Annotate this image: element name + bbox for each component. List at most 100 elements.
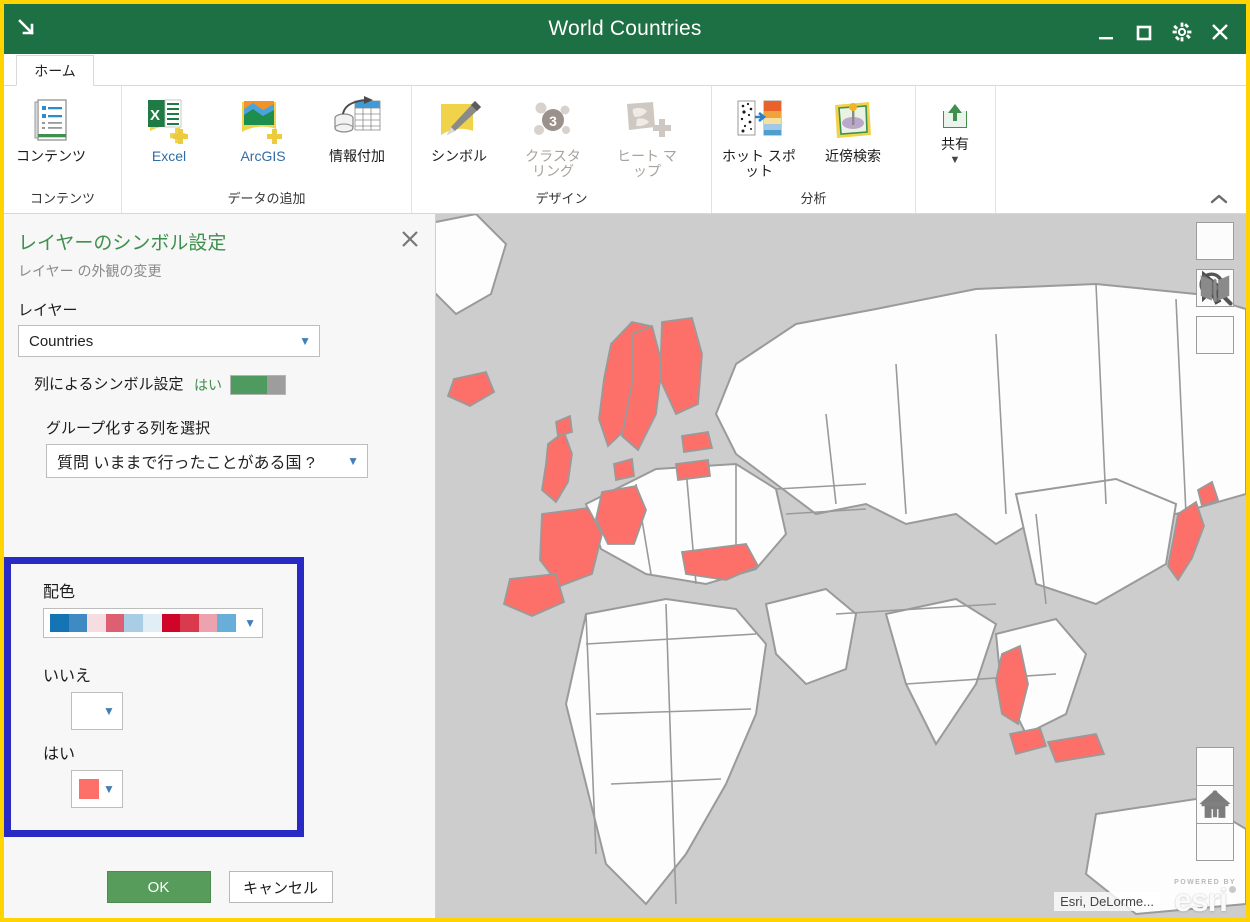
ramp-swatch — [87, 614, 106, 632]
ribbon-button-clustering-label: クラスタリング — [525, 148, 581, 180]
application-window: World Countries ホーム コンテンツ コンテンツ X Excel … — [0, 0, 1250, 922]
symbol-by-column-label: 列によるシンボル設定 — [34, 376, 184, 393]
arcgis-add-icon — [234, 96, 292, 146]
gear-icon[interactable] — [1170, 16, 1194, 42]
page-title: レイヤーのシンボル設定 — [18, 233, 227, 254]
ribbon-button-hotspot[interactable]: ホット スポット — [712, 90, 806, 182]
ramp-swatch — [217, 614, 237, 632]
map-graphic — [436, 214, 1246, 918]
minimize-button[interactable] — [1094, 16, 1118, 42]
excel-add-icon: X — [140, 96, 198, 146]
ramp-swatch — [105, 614, 125, 632]
ribbon-button-share[interactable]: 共有 ▼ — [916, 90, 994, 182]
ramp-swatch — [198, 614, 218, 632]
panel-action-buttons: OK キャンセル — [4, 871, 435, 903]
body-area: レイヤーのシンボル設定 レイヤー の外観の変更 レイヤー Countries ▼… — [4, 214, 1246, 918]
ribbon-group-share-label — [916, 207, 995, 211]
hotspot-icon — [731, 96, 787, 146]
group-column-select-value: 質問 いままで行ったことがある国 ? — [57, 455, 315, 473]
ribbon-button-contents-label: コンテンツ — [16, 148, 86, 164]
category-color-select-no[interactable]: ▼ — [71, 692, 123, 730]
group-column-label: グループ化する列を選択 — [46, 420, 211, 438]
group-column-select[interactable]: 質問 いままで行ったことがある国 ? ▼ — [46, 444, 368, 479]
ribbon: コンテンツ コンテンツ X Excel ArcGIS 情報付加 データの追加 シ… — [4, 86, 1246, 214]
title-bar: World Countries — [4, 4, 1246, 54]
map-attribution[interactable]: Esri, DeLorme... — [1054, 892, 1160, 911]
ribbon-group-share: 共有 ▼ — [916, 86, 996, 213]
cancel-button[interactable]: キャンセル — [228, 871, 333, 903]
ok-button[interactable]: OK — [106, 871, 211, 903]
chevron-down-icon: ▼ — [244, 616, 256, 630]
esri-logo: POWERED BY esri — [1174, 879, 1236, 916]
maximize-button[interactable] — [1132, 16, 1156, 42]
ramp-swatch — [180, 614, 199, 632]
chevron-up-icon[interactable] — [1208, 189, 1230, 209]
ribbon-button-arcgis-label: ArcGIS — [240, 148, 286, 164]
category-color-select-yes[interactable]: ▼ — [71, 770, 123, 808]
ribbon-button-proximity[interactable]: 近傍検索 — [806, 90, 900, 182]
ribbon-button-share-label: 共有 — [941, 136, 969, 152]
ramp-swatch — [124, 614, 144, 632]
panel-subtitle: レイヤー の外観の変更 — [18, 263, 162, 279]
color-ramp-select[interactable]: ▼ — [43, 608, 263, 638]
symbol-by-column-toggle[interactable] — [230, 375, 286, 396]
close-icon[interactable] — [1208, 16, 1232, 42]
ramp-swatch — [143, 614, 162, 632]
close-icon[interactable] — [397, 226, 423, 252]
esri-wordmark-text: esri — [1174, 881, 1228, 918]
ribbon-button-excel[interactable]: X Excel — [122, 90, 216, 182]
ribbon-button-enrich-label: 情報付加 — [329, 148, 385, 164]
ribbon-button-enrich[interactable]: 情報付加 — [310, 90, 404, 182]
ribbon-group-design: シンボル 3 クラスタリング ヒート マップ デザイン — [412, 86, 712, 213]
esri-wordmark: esri — [1174, 884, 1236, 916]
tab-home[interactable]: ホーム — [16, 55, 94, 86]
contents-document-icon — [29, 96, 73, 146]
ribbon-group-analysis: ホット スポット 近傍検索 分析 — [712, 86, 916, 213]
symbol-brush-icon — [431, 96, 487, 146]
chevron-down-icon: ▼ — [103, 782, 115, 796]
proximity-search-icon — [825, 96, 881, 146]
enrich-data-icon — [329, 96, 385, 146]
chevron-down-icon: ▼ — [299, 334, 311, 348]
category-label-no: いいえ — [43, 668, 92, 685]
chevron-down-icon: ▼ — [103, 704, 115, 718]
ribbon-group-contents-label: コンテンツ — [29, 191, 95, 206]
ribbon-group-contents: コンテンツ コンテンツ — [4, 86, 122, 213]
ribbon-button-symbol[interactable]: シンボル — [412, 90, 506, 182]
svg-text:3: 3 — [549, 113, 557, 129]
category-label-yes: はい — [43, 746, 76, 763]
map-canvas[interactable]: Esri, DeLorme... POWERED BY esri — [436, 214, 1246, 918]
ribbon-button-clustering: 3 クラスタリング — [506, 90, 600, 182]
tab-strip: ホーム — [4, 54, 1246, 86]
ribbon-button-arcgis[interactable]: ArcGIS — [216, 90, 310, 182]
ramp-swatch — [161, 614, 181, 632]
color-swatch — [79, 701, 100, 721]
arrow-down-right-icon[interactable] — [4, 4, 50, 54]
color-settings-highlight: 配色 ▼ いいえ ▼ はい ▼ — [4, 557, 304, 837]
layer-select-value: Countries — [29, 332, 94, 350]
ribbon-group-analysis-label: 分析 — [800, 191, 827, 206]
color-scheme-label: 配色 — [43, 584, 76, 601]
ribbon-button-heatmap-label: ヒート マップ — [617, 148, 677, 180]
esri-logo-dot — [1229, 885, 1236, 893]
ribbon-button-symbol-label: シンボル — [431, 148, 487, 164]
color-swatch — [79, 779, 100, 799]
map-tools-bottom-right — [1196, 747, 1234, 861]
ribbon-button-contents[interactable]: コンテンツ — [4, 90, 98, 182]
ribbon-group-design-label: デザイン — [535, 191, 588, 206]
clustering-icon: 3 — [527, 96, 579, 146]
ribbon-button-excel-label: Excel — [151, 148, 187, 164]
symbology-panel: レイヤーのシンボル設定 レイヤー の外観の変更 レイヤー Countries ▼… — [4, 214, 436, 918]
ramp-swatch — [50, 614, 69, 632]
heatmap-icon — [619, 96, 675, 146]
chevron-down-icon[interactable]: ▼ — [950, 154, 961, 166]
toggle-knob — [231, 376, 267, 395]
tab-home-label: ホーム — [34, 62, 76, 79]
zoom-out-button[interactable] — [1196, 801, 1234, 861]
ramp-swatch — [68, 614, 88, 632]
ribbon-button-hotspot-label: ホット スポット — [722, 148, 796, 180]
chevron-down-icon: ▼ — [347, 454, 359, 469]
basemap-tool[interactable] — [1196, 275, 1234, 354]
window-controls — [1094, 16, 1246, 42]
layer-select[interactable]: Countries ▼ — [18, 325, 320, 357]
